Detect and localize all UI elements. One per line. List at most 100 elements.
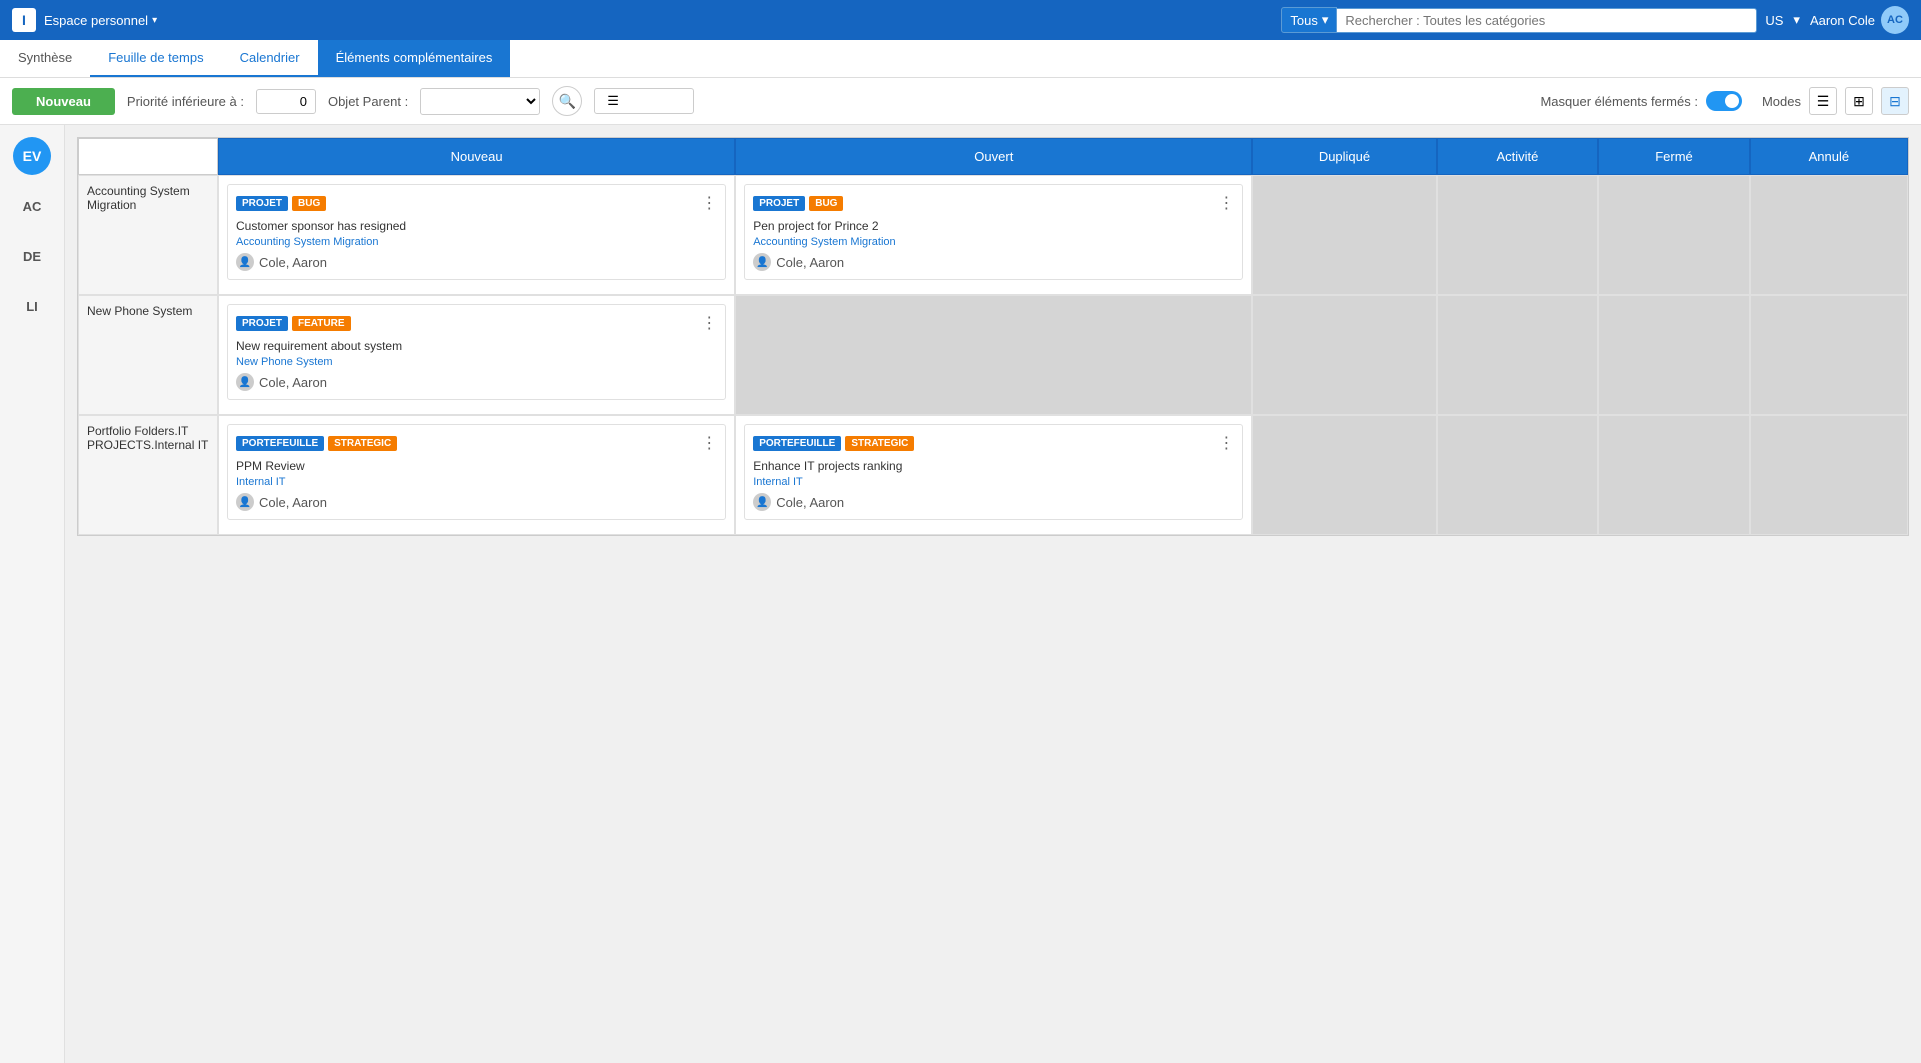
- filter-button[interactable]: ☰: [594, 88, 694, 114]
- card-title: Enhance IT projects ranking: [753, 459, 1234, 473]
- priority-label: Priorité inférieure à :: [127, 94, 244, 109]
- search-filter-label: Tous: [1290, 13, 1317, 28]
- cell-phone-duplique: [1252, 295, 1436, 415]
- card-portfolio-nouveau[interactable]: PORTEFEUILLE STRATEGIC ⋮ PPM Review Inte…: [227, 424, 726, 520]
- card-title: PPM Review: [236, 459, 717, 473]
- tag-strategic: STRATEGIC: [845, 436, 914, 451]
- filter-menu-icon: ☰: [607, 93, 619, 109]
- app-logo: I: [12, 8, 36, 32]
- col-header-ouvert: Ouvert: [735, 138, 1252, 175]
- card-menu-icon[interactable]: ⋮: [701, 313, 717, 333]
- card-title: Customer sponsor has resigned: [236, 219, 717, 233]
- tab-calendrier[interactable]: Calendrier: [222, 40, 318, 77]
- locale-label[interactable]: US: [1765, 13, 1783, 28]
- table-row: Accounting System Migration PROJET BUG ⋮…: [78, 175, 1908, 295]
- sidebar-item-ac[interactable]: AC: [13, 187, 51, 225]
- card-accounting-ouvert[interactable]: PROJET BUG ⋮ Pen project for Prince 2 Ac…: [744, 184, 1243, 280]
- cell-accounting-annule: [1750, 175, 1908, 295]
- card-project: Internal IT: [236, 476, 717, 488]
- cell-accounting-ouvert: PROJET BUG ⋮ Pen project for Prince 2 Ac…: [735, 175, 1252, 295]
- sidebar-item-li[interactable]: LI: [13, 287, 51, 325]
- cell-portfolio-annule: [1750, 415, 1908, 535]
- card-tags: PORTEFEUILLE STRATEGIC ⋮: [236, 433, 717, 453]
- mode-grid-button[interactable]: ⊞: [1845, 87, 1873, 115]
- tag-portefeuille: PORTEFEUILLE: [236, 436, 324, 451]
- user-icon: 👤: [753, 493, 771, 511]
- col-header-activite: Activité: [1437, 138, 1599, 175]
- user-name: Cole, Aaron: [259, 375, 327, 390]
- tag-strategic: STRATEGIC: [328, 436, 397, 451]
- workspace-selector[interactable]: Espace personnel ▾: [44, 13, 157, 28]
- card-user: 👤 Cole, Aaron: [236, 253, 717, 271]
- card-menu-icon[interactable]: ⋮: [701, 433, 717, 453]
- card-project: Accounting System Migration: [753, 236, 1234, 248]
- tab-feuille[interactable]: Feuille de temps: [90, 40, 221, 77]
- cell-phone-annule: [1750, 295, 1908, 415]
- workspace-label: Espace personnel: [44, 13, 148, 28]
- card-tags: PROJET BUG ⋮: [236, 193, 717, 213]
- card-title: New requirement about system: [236, 339, 717, 353]
- main-content: EV AC DE LI Nouveau Ouvert Dupliqué Acti…: [0, 125, 1921, 1063]
- new-button[interactable]: Nouveau: [12, 88, 115, 115]
- locale-chevron-icon: ▾: [1793, 12, 1800, 28]
- card-tags: PORTEFEUILLE STRATEGIC ⋮: [753, 433, 1234, 453]
- top-nav-right: US ▾ Aaron Cole AC: [1765, 6, 1909, 34]
- cell-accounting-duplique: [1252, 175, 1436, 295]
- card-accounting-nouveau[interactable]: PROJET BUG ⋮ Customer sponsor has resign…: [227, 184, 726, 280]
- card-user: 👤 Cole, Aaron: [236, 373, 717, 391]
- card-portfolio-ouvert[interactable]: PORTEFEUILLE STRATEGIC ⋮ Enhance IT proj…: [744, 424, 1243, 520]
- toolbar: Nouveau Priorité inférieure à : Objet Pa…: [0, 78, 1921, 125]
- sidebar-item-de[interactable]: DE: [13, 237, 51, 275]
- card-project: Accounting System Migration: [236, 236, 717, 248]
- card-user: 👤 Cole, Aaron: [753, 253, 1234, 271]
- cell-accounting-activite: [1437, 175, 1599, 295]
- user-icon: 👤: [236, 373, 254, 391]
- col-header-duplique: Dupliqué: [1252, 138, 1436, 175]
- table-row: New Phone System PROJET FEATURE ⋮ New re…: [78, 295, 1908, 415]
- masquer-toggle[interactable]: [1706, 91, 1742, 111]
- cell-portfolio-ferme: [1598, 415, 1749, 535]
- user-name: Cole, Aaron: [259, 255, 327, 270]
- top-nav: I Espace personnel ▾ Tous ▾ US ▾ Aaron C…: [0, 0, 1921, 40]
- card-menu-icon[interactable]: ⋮: [1218, 193, 1234, 213]
- cell-accounting-nouveau: PROJET BUG ⋮ Customer sponsor has resign…: [218, 175, 735, 295]
- cell-portfolio-ouvert: PORTEFEUILLE STRATEGIC ⋮ Enhance IT proj…: [735, 415, 1252, 535]
- masquer-label: Masquer éléments fermés :: [1540, 94, 1698, 109]
- mode-list-button[interactable]: ☰: [1809, 87, 1837, 115]
- search-button[interactable]: 🔍: [552, 86, 582, 116]
- card-menu-icon[interactable]: ⋮: [1218, 433, 1234, 453]
- user-name: Cole, Aaron: [776, 255, 844, 270]
- row-label-phone: New Phone System: [78, 295, 218, 415]
- tab-elements[interactable]: Éléments complémentaires: [318, 40, 511, 77]
- toolbar-right: Masquer éléments fermés : Modes ☰ ⊞ ⊟: [1540, 87, 1909, 115]
- card-tags: PROJET FEATURE ⋮: [236, 313, 717, 333]
- tag-projet: PROJET: [236, 316, 288, 331]
- card-phone-nouveau[interactable]: PROJET FEATURE ⋮ New requirement about s…: [227, 304, 726, 400]
- kanban-table: Nouveau Ouvert Dupliqué Activité Fermé A…: [77, 137, 1909, 536]
- row-label-accounting: Accounting System Migration: [78, 175, 218, 295]
- cell-accounting-ferme: [1598, 175, 1749, 295]
- tab-synthese[interactable]: Synthèse: [0, 40, 90, 77]
- cell-portfolio-nouveau: PORTEFEUILLE STRATEGIC ⋮ PPM Review Inte…: [218, 415, 735, 535]
- cell-phone-ouvert: [735, 295, 1252, 415]
- sidebar-avatar-ev[interactable]: EV: [13, 137, 51, 175]
- priority-input[interactable]: [256, 89, 316, 114]
- card-project: Internal IT: [753, 476, 1234, 488]
- card-title: Pen project for Prince 2: [753, 219, 1234, 233]
- search-input[interactable]: [1337, 8, 1757, 33]
- mode-kanban-button[interactable]: ⊟: [1881, 87, 1909, 115]
- user-menu[interactable]: Aaron Cole AC: [1810, 6, 1909, 34]
- card-menu-icon[interactable]: ⋮: [701, 193, 717, 213]
- search-filter-dropdown[interactable]: Tous ▾: [1281, 7, 1337, 33]
- user-icon: 👤: [753, 253, 771, 271]
- modes-label: Modes: [1762, 94, 1801, 109]
- user-name: Cole, Aaron: [259, 495, 327, 510]
- col-header-nouveau: Nouveau: [218, 138, 735, 175]
- parent-select[interactable]: [420, 88, 540, 115]
- row-label-portfolio: Portfolio Folders.ITPROJECTS.Internal IT: [78, 415, 218, 535]
- tag-bug: BUG: [809, 196, 843, 211]
- cell-phone-ferme: [1598, 295, 1749, 415]
- card-project: New Phone System: [236, 356, 717, 368]
- user-name-label: Aaron Cole: [1810, 13, 1875, 28]
- cell-portfolio-activite: [1437, 415, 1599, 535]
